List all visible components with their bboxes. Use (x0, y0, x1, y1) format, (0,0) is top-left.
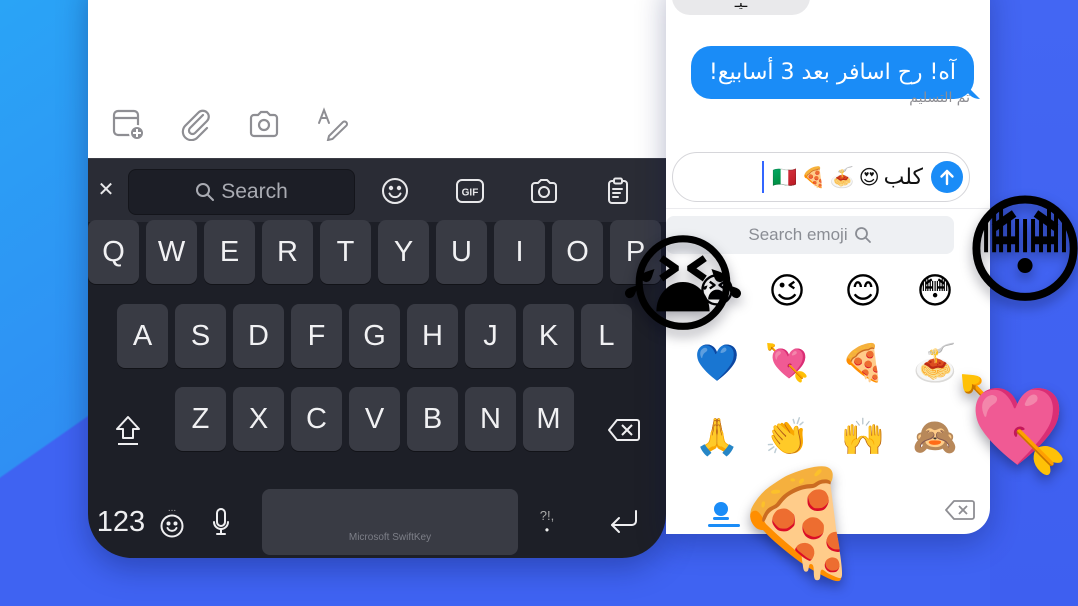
space-key-label: Microsoft SwiftKey (348, 532, 432, 543)
emoji-key[interactable]: 😳 (910, 266, 960, 316)
space-key[interactable]: Microsoft SwiftKey (262, 489, 518, 555)
shift-key[interactable] (102, 398, 154, 462)
search-icon (854, 227, 871, 243)
punctuation-label: ?!, (539, 507, 555, 523)
emoji-icon[interactable] (379, 175, 411, 207)
keyboard-search-button[interactable]: Search (128, 169, 355, 215)
key[interactable]: Y (378, 220, 429, 284)
clipboard-icon[interactable] (602, 175, 634, 207)
shift-icon (116, 416, 140, 445)
divider (666, 208, 990, 209)
floating-pizza-emoji: 🍕 (733, 466, 863, 582)
camera-icon[interactable] (246, 106, 282, 142)
text-caret (762, 161, 765, 193)
emoji-key[interactable]: 🙏 (692, 412, 742, 462)
svg-text:GIF: GIF (462, 188, 479, 199)
key[interactable]: T (320, 220, 371, 284)
backspace-icon (945, 500, 975, 520)
input-emoji: 😍 (858, 165, 880, 189)
key[interactable]: R (262, 220, 313, 284)
handwriting-icon[interactable] (314, 106, 350, 142)
key[interactable]: G (349, 304, 400, 368)
emoji-key[interactable]: ... (156, 490, 188, 554)
key[interactable]: H (407, 304, 458, 368)
keyboard: ✕ Search GIF Q W E R T Y U I O P A S D F… (88, 158, 666, 558)
emoji-key[interactable]: 🍕 (838, 338, 888, 388)
recent-emoji-tab[interactable] (706, 496, 736, 526)
key[interactable]: N (465, 387, 516, 451)
key[interactable]: X (233, 387, 284, 451)
key[interactable]: U (436, 220, 487, 284)
search-label: Search (221, 180, 288, 203)
floating-crying-emoji: 😭 (619, 224, 747, 345)
key[interactable]: W (146, 220, 197, 284)
keyboard-toolbar: ✕ Search GIF (88, 158, 666, 222)
backspace-key[interactable] (598, 398, 650, 462)
key[interactable]: I (494, 220, 545, 284)
arrow-up-icon (940, 169, 954, 186)
received-message-bubble: ـيـ (672, 0, 810, 15)
key[interactable]: D (233, 304, 284, 368)
key[interactable]: O (552, 220, 603, 284)
emoji-key-dots: ... (167, 503, 177, 514)
numbers-key[interactable]: 123 (92, 490, 150, 554)
smiley-icon (160, 514, 184, 538)
delivered-status: تم التسليم (909, 90, 970, 106)
emoji-key[interactable]: 👏 (762, 412, 812, 462)
floating-flushed-emoji: 😳 (962, 184, 1078, 318)
return-icon (611, 510, 637, 533)
gif-button[interactable]: GIF (454, 175, 486, 207)
key[interactable]: S (175, 304, 226, 368)
input-emoji: 🍝 (829, 165, 855, 189)
emoji-delete-button[interactable] (944, 498, 976, 522)
compose-toolbar (110, 106, 350, 142)
key[interactable]: Z (175, 387, 226, 451)
input-emoji: 🇮🇹 (772, 165, 797, 189)
emoji-key[interactable]: 😉 (762, 266, 812, 316)
backspace-icon (608, 419, 640, 441)
key[interactable]: E (204, 220, 255, 284)
search-icon (196, 183, 215, 201)
key[interactable]: A (117, 304, 168, 368)
paperclip-icon[interactable] (178, 106, 214, 142)
punctuation-dot: • (544, 522, 550, 537)
close-icon[interactable]: ✕ (96, 177, 116, 203)
keyboard-camera-icon[interactable] (528, 175, 560, 207)
recent-emoji-icon (713, 502, 729, 520)
emoji-search-placeholder: Search emoji (748, 225, 848, 244)
key[interactable]: B (407, 387, 458, 451)
message-input-content: كلب 😍 🍝 🍕 🇮🇹 (762, 161, 923, 193)
key[interactable]: V (349, 387, 400, 451)
calendar-add-icon[interactable] (110, 106, 146, 142)
emoji-key[interactable]: 😊 (838, 266, 888, 316)
key[interactable]: J (465, 304, 516, 368)
punctuation-key[interactable]: ?!, • (532, 490, 562, 554)
emoji-key[interactable]: 🙌 (838, 412, 888, 462)
message-input[interactable]: كلب 😍 🍝 🍕 🇮🇹 (672, 152, 970, 202)
emoji-key[interactable]: 💘 (762, 338, 812, 388)
emoji-key[interactable]: 🙈 (910, 412, 960, 462)
input-emoji: 🍕 (800, 165, 826, 189)
input-word: كلب (883, 164, 923, 190)
return-key[interactable] (598, 490, 650, 554)
key[interactable]: Q (88, 220, 139, 284)
swiftkey-phone: ✕ Search GIF Q W E R T Y U I O P A S D F… (88, 0, 666, 558)
key[interactable]: K (523, 304, 574, 368)
key[interactable]: C (291, 387, 342, 451)
key[interactable]: M (523, 387, 574, 451)
microphone-key[interactable] (206, 490, 236, 554)
emoji-key[interactable]: 🍝 (910, 338, 960, 388)
gif-icon: GIF (456, 179, 484, 203)
floating-heart-arrow-emoji: 💘 (955, 374, 1070, 476)
microphone-icon (213, 508, 229, 535)
compose-area[interactable] (88, 0, 666, 158)
key[interactable]: F (291, 304, 342, 368)
